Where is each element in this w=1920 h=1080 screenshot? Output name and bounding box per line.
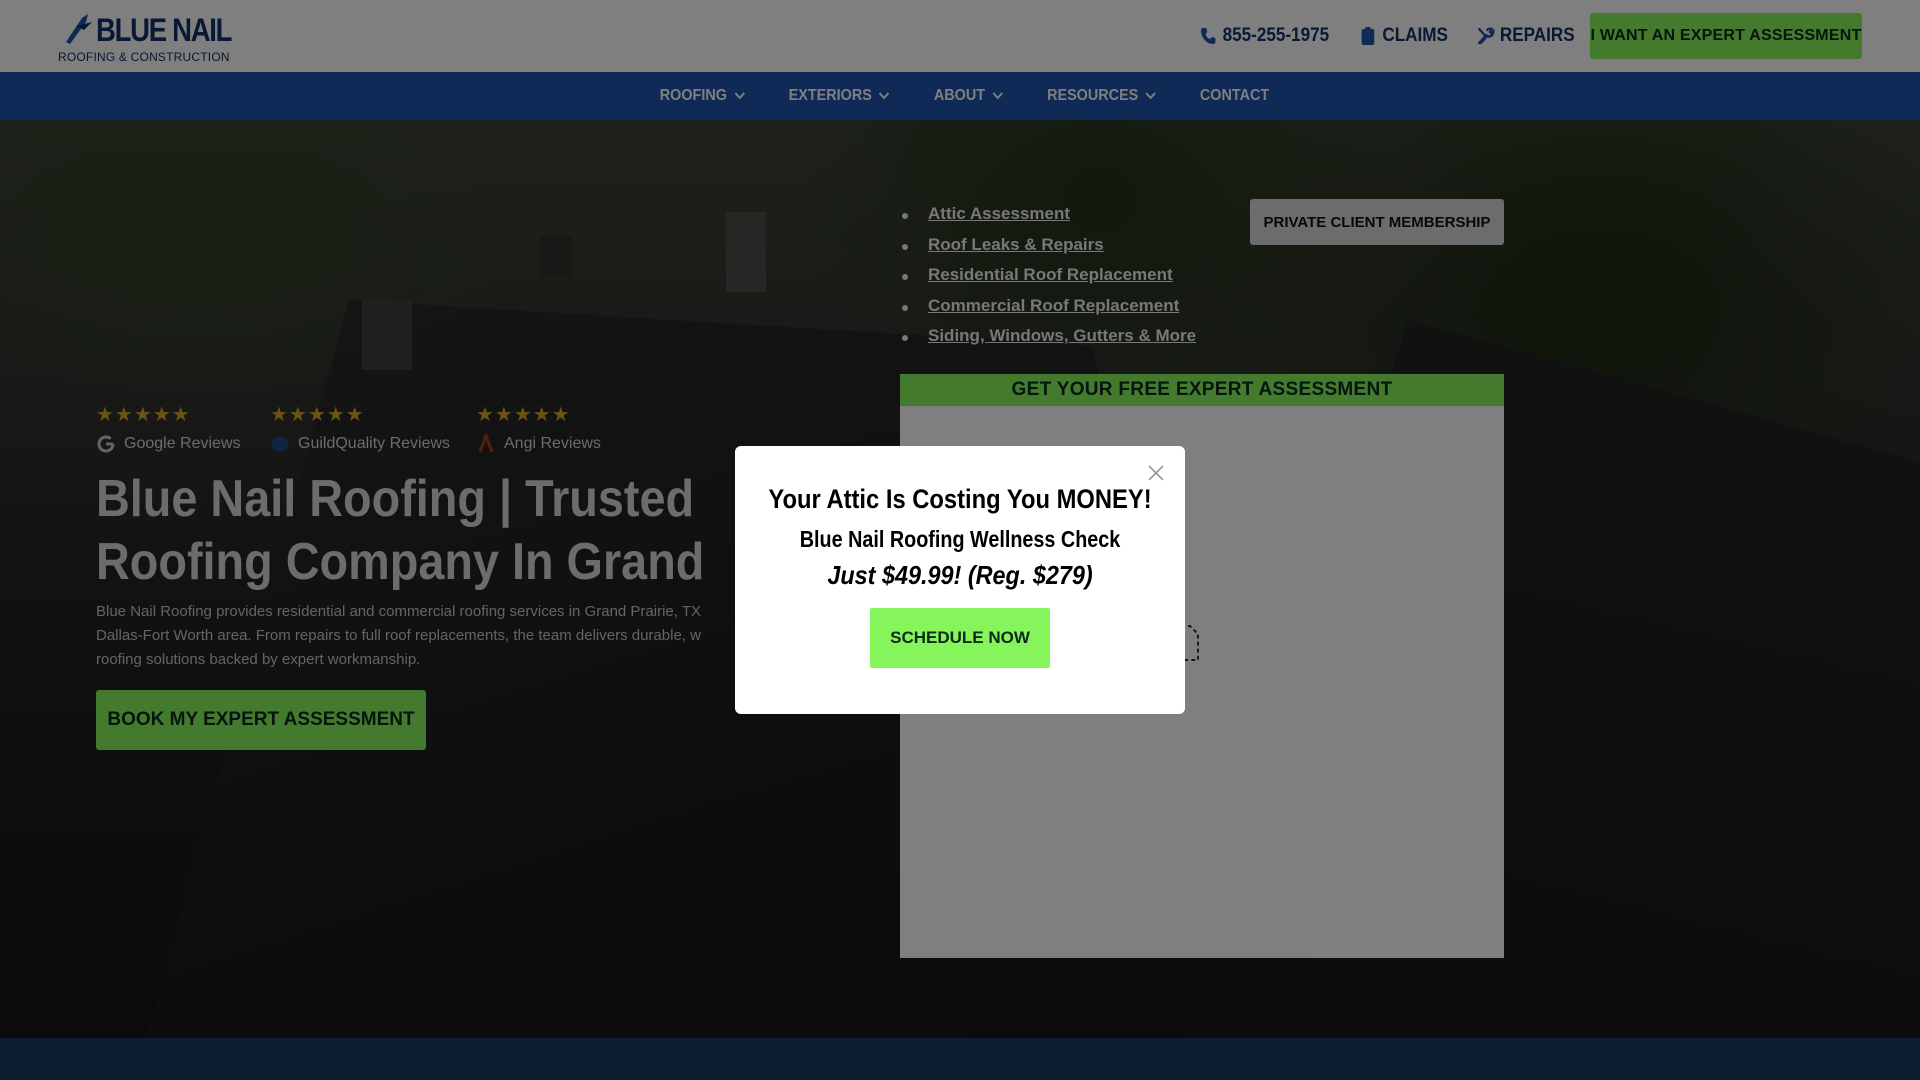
popup-price: Just $49.99! (Reg. $279) [827,560,1093,590]
promo-popup: Your Attic Is Costing You MONEY! Blue Na… [735,446,1185,714]
popup-title: Your Attic Is Costing You MONEY! [768,484,1152,514]
close-icon[interactable] [1147,464,1165,482]
schedule-now-button[interactable]: SCHEDULE NOW [870,608,1050,668]
popup-subtitle: Blue Nail Roofing Wellness Check [799,526,1121,552]
